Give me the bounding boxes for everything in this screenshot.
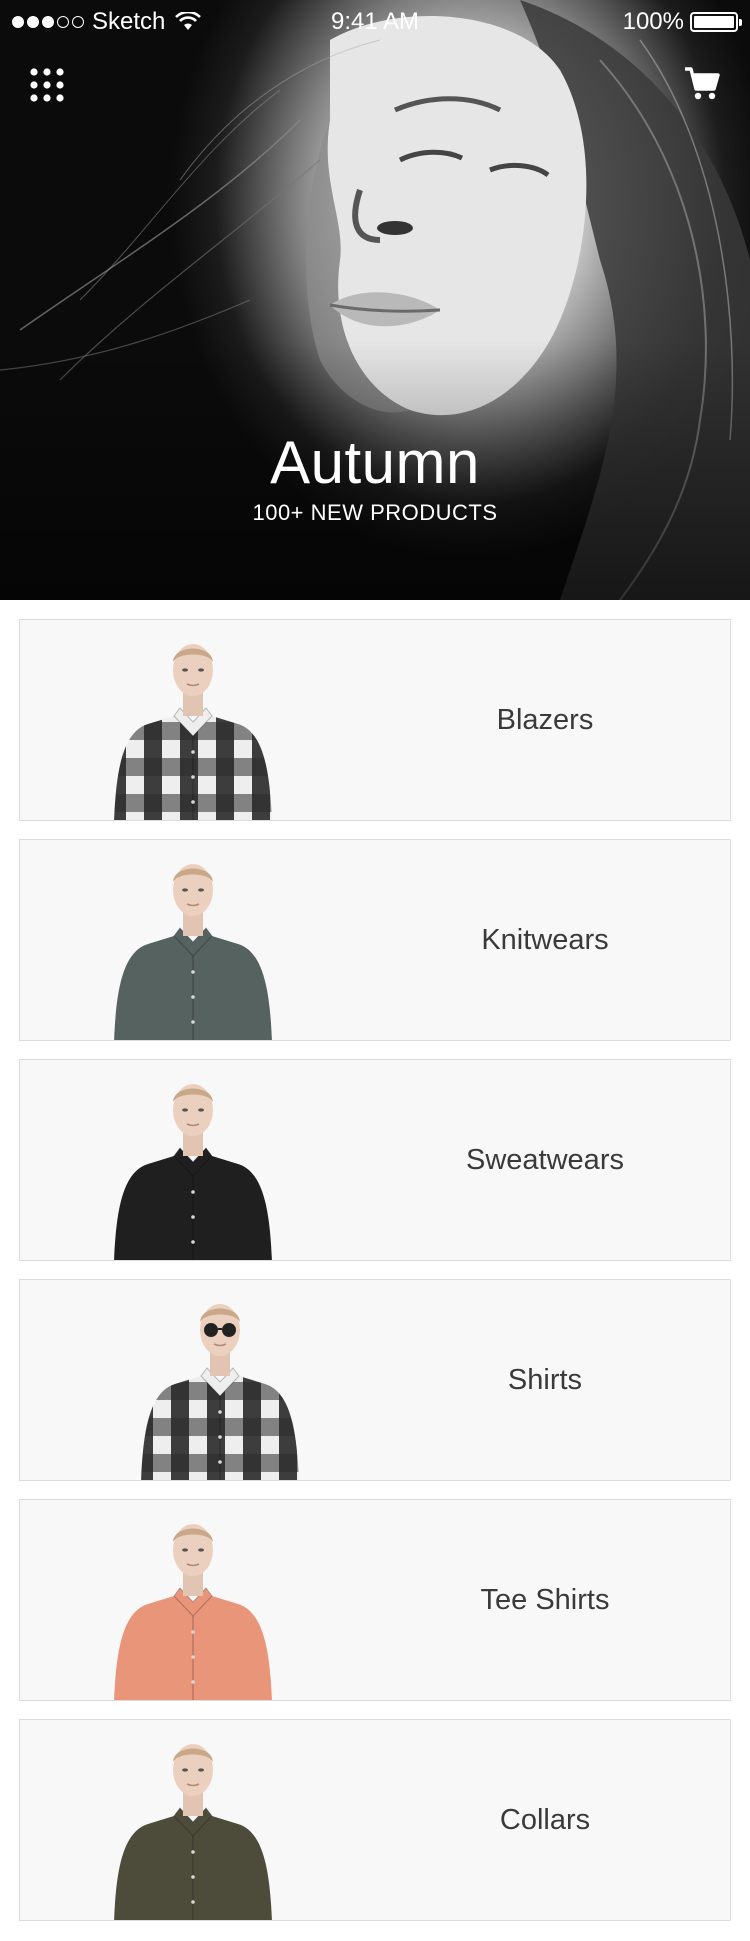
- category-card-sweatwears[interactable]: Sweatwears: [19, 1059, 731, 1261]
- model-image: [114, 1084, 272, 1260]
- hero-title: Autumn: [270, 429, 480, 496]
- category-card-blazers[interactable]: Blazers: [19, 619, 731, 821]
- category-label: Blazers: [496, 703, 594, 736]
- model-image: [114, 1744, 272, 1920]
- status-bar: Sketch 9:41 AM 100%: [0, 0, 750, 42]
- battery-percentage: 100%: [622, 8, 684, 35]
- category-list: Blazers Knitwears Sweatwears Shirts Tee …: [19, 619, 731, 1939]
- category-card-shirts[interactable]: Shirts: [19, 1279, 731, 1481]
- shopping-cart-icon[interactable]: [684, 66, 720, 102]
- category-label: Collars: [499, 1803, 591, 1836]
- model-image: [141, 1304, 299, 1480]
- category-label: Knitwears: [481, 923, 609, 956]
- status-right: 100%: [622, 8, 742, 36]
- category-card-knitwears[interactable]: Knitwears: [19, 839, 731, 1041]
- category-label: Tee Shirts: [480, 1583, 610, 1616]
- category-card-collars[interactable]: Collars: [19, 1719, 731, 1921]
- category-label: Shirts: [507, 1363, 583, 1396]
- category-label: Sweatwears: [466, 1143, 624, 1176]
- model-image: [114, 1524, 272, 1700]
- hero-banner[interactable]: Sketch 9:41 AM 100% Autumn 100+ NEW PROD…: [0, 0, 750, 600]
- battery-icon: [690, 12, 742, 32]
- category-card-tee-shirts[interactable]: Tee Shirts: [19, 1499, 731, 1701]
- grid-menu-icon[interactable]: [30, 68, 64, 102]
- model-image: [114, 644, 272, 820]
- model-image: [114, 864, 272, 1040]
- hero-subtitle: 100+ NEW PRODUCTS: [252, 500, 498, 525]
